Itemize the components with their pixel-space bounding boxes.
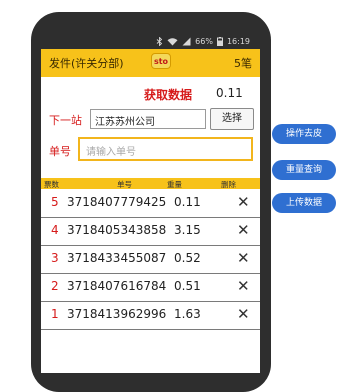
delete-icon[interactable]: ✕ bbox=[237, 305, 250, 323]
row-index: 5 bbox=[51, 195, 59, 209]
row-tracking-number: 3718433455087 bbox=[67, 251, 167, 265]
row-tracking-number: 3718413962996 bbox=[67, 307, 167, 321]
delete-icon[interactable]: ✕ bbox=[237, 221, 250, 239]
table-row: 5 3718407779425 0.11 ✕ bbox=[41, 190, 260, 218]
row-tracking-number: 3718405343858 bbox=[67, 223, 167, 237]
table-header: 票数 单号 重量 删除 bbox=[41, 178, 260, 189]
parcel-list: 5 3718407779425 0.11 ✕ 4 3718405343858 3… bbox=[41, 190, 260, 330]
tracking-number-input[interactable]: 请输入单号 bbox=[78, 137, 253, 161]
signal-icon bbox=[182, 37, 191, 46]
row-weight: 0.52 bbox=[174, 251, 201, 265]
fetch-data-button[interactable]: 获取数据 bbox=[144, 86, 192, 103]
tracking-number-label: 单号 bbox=[49, 145, 71, 158]
row-weight: 0.51 bbox=[174, 279, 201, 293]
table-row: 3 3718433455087 0.52 ✕ bbox=[41, 246, 260, 274]
table-row: 2 3718407616784 0.51 ✕ bbox=[41, 274, 260, 302]
upload-data-button[interactable]: 上传数据 bbox=[272, 193, 336, 213]
row-index: 4 bbox=[51, 223, 59, 237]
title-bar: 发件(许关分部) sto 5笔 bbox=[41, 49, 260, 77]
next-station-row: 下一站 江苏苏州公司 选择 bbox=[41, 108, 260, 132]
tracking-number-row: 单号 请输入单号 bbox=[41, 137, 260, 163]
delete-icon[interactable]: ✕ bbox=[237, 249, 250, 267]
delete-icon[interactable]: ✕ bbox=[237, 193, 250, 211]
weight-query-button[interactable]: 重量查询 bbox=[272, 160, 336, 180]
row-weight: 3.15 bbox=[174, 223, 201, 237]
next-station-label: 下一站 bbox=[49, 114, 82, 127]
row-tracking-number: 3718407616784 bbox=[67, 279, 167, 293]
row-index: 2 bbox=[51, 279, 59, 293]
page-title: 发件(许关分部) bbox=[49, 57, 124, 70]
row-tracking-number: 3718407779425 bbox=[67, 195, 167, 209]
battery-percent: 66% bbox=[195, 36, 213, 46]
sto-logo: sto bbox=[151, 53, 171, 69]
next-station-field[interactable]: 江苏苏州公司 bbox=[90, 109, 206, 129]
wifi-icon bbox=[167, 37, 178, 46]
select-button[interactable]: 选择 bbox=[210, 108, 254, 130]
column-header-weight: 重量 bbox=[167, 180, 182, 189]
battery-icon bbox=[216, 36, 223, 46]
column-header-number: 单号 bbox=[117, 180, 132, 189]
tare-operation-button[interactable]: 操作去皮 bbox=[272, 124, 336, 144]
delete-icon[interactable]: ✕ bbox=[237, 277, 250, 295]
fetch-row: 获取数据 0.11 bbox=[41, 86, 260, 104]
status-time: 16:19 bbox=[226, 36, 250, 46]
table-row: 1 3718413962996 1.63 ✕ bbox=[41, 302, 260, 330]
status-bar: 66% 16:19 bbox=[41, 33, 260, 49]
row-weight: 0.11 bbox=[174, 195, 201, 209]
row-weight: 1.63 bbox=[174, 307, 201, 321]
table-row: 4 3718405343858 3.15 ✕ bbox=[41, 218, 260, 246]
row-index: 1 bbox=[51, 307, 59, 321]
bluetooth-icon bbox=[156, 36, 163, 46]
record-count: 5笔 bbox=[234, 57, 252, 70]
column-header-count: 票数 bbox=[44, 180, 59, 189]
row-index: 3 bbox=[51, 251, 59, 265]
column-header-delete: 删除 bbox=[221, 180, 236, 189]
fetch-value: 0.11 bbox=[216, 86, 243, 100]
